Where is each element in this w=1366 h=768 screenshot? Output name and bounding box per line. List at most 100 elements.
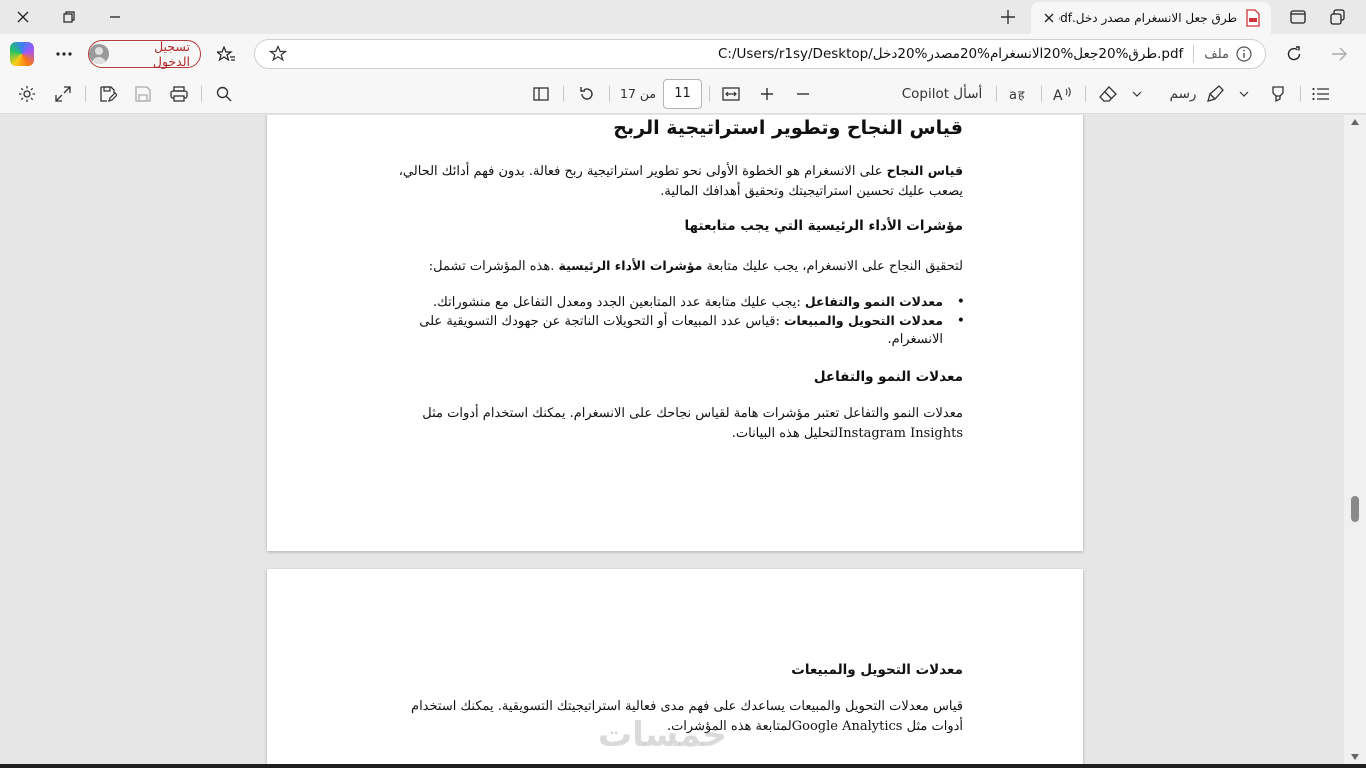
draw-button[interactable]: رسم bbox=[1160, 80, 1234, 108]
read-aloud-button[interactable]: A bbox=[1050, 80, 1076, 108]
draw-options-dropdown[interactable] bbox=[1235, 80, 1253, 108]
rotate-button[interactable] bbox=[574, 80, 600, 108]
toolbar-separator bbox=[996, 86, 997, 102]
intro-text: على الانسغرام هو الخطوة الأولى نحو تطوير… bbox=[398, 164, 963, 199]
tab-actions-button[interactable] bbox=[1285, 4, 1311, 30]
highlight-button[interactable] bbox=[1265, 80, 1291, 108]
toolbar-separator bbox=[609, 86, 610, 102]
tab-actions-icon bbox=[1290, 10, 1306, 24]
contents-button[interactable] bbox=[1308, 80, 1334, 108]
back-button[interactable] bbox=[1325, 40, 1353, 68]
pdf-toolbar: من 17 11 أسأل Copilot aह A رسم bbox=[0, 74, 1366, 114]
save-as-button[interactable] bbox=[95, 80, 121, 108]
ask-copilot-label: أسأل Copilot bbox=[901, 86, 983, 102]
printer-icon bbox=[170, 86, 188, 102]
save-icon bbox=[135, 86, 151, 102]
tab-pdf[interactable]: طرق جعل الانسغرام مصدر دخل.pdf bbox=[1031, 2, 1271, 34]
intro-bold: قياس النجاح bbox=[886, 163, 963, 178]
kpi-intro-post: .هذه المؤشرات تشمل: bbox=[428, 259, 559, 274]
restore-icon bbox=[63, 11, 75, 23]
tab-close-button[interactable] bbox=[1039, 8, 1059, 28]
page-view-button[interactable] bbox=[528, 80, 554, 108]
svg-text:A: A bbox=[1053, 88, 1063, 102]
toolbar-separator bbox=[85, 86, 86, 102]
highlighter-icon bbox=[1272, 86, 1284, 103]
toolbar-separator bbox=[1085, 86, 1086, 102]
scroll-up-arrow-icon[interactable] bbox=[1351, 119, 1359, 125]
svg-text:a: a bbox=[1009, 88, 1017, 102]
refresh-icon bbox=[1287, 46, 1301, 61]
translate-button[interactable]: aह bbox=[1006, 80, 1032, 108]
vertical-scrollbar[interactable] bbox=[1344, 115, 1366, 764]
info-icon[interactable] bbox=[1235, 45, 1253, 63]
zoom-in-button[interactable] bbox=[754, 80, 780, 108]
minimize-window-button[interactable] bbox=[92, 0, 138, 34]
pdf-viewer[interactable]: قياس النجاح وتطوير استراتيجية الربح قياس… bbox=[0, 115, 1366, 764]
ask-copilot-button[interactable]: أسأل Copilot bbox=[898, 80, 986, 108]
print-button[interactable] bbox=[166, 80, 192, 108]
avatar bbox=[89, 44, 109, 64]
kpi-intro-pre: لتحقيق النجاح على الانسغرام، يجب عليك مت… bbox=[702, 259, 963, 274]
close-window-button[interactable] bbox=[0, 0, 46, 34]
toolbar-separator bbox=[709, 86, 710, 102]
svg-text:ह: ह bbox=[1018, 88, 1025, 102]
add-favorite-button[interactable] bbox=[266, 42, 290, 66]
search-icon bbox=[216, 86, 232, 102]
workspaces-button[interactable] bbox=[1325, 4, 1351, 30]
more-options-button[interactable] bbox=[52, 42, 76, 66]
fullscreen-button[interactable] bbox=[50, 80, 76, 108]
plus-icon bbox=[761, 88, 773, 100]
pen-icon bbox=[1207, 85, 1225, 102]
kpi-intro-bold: مؤشرات الأداء الرئيسية bbox=[558, 258, 703, 273]
kpi-bullet-list: معدلات النمو والتفاعل :يجب عليك متابعة ع… bbox=[413, 293, 965, 349]
bullet-bold: معدلات التحويل والمبيعات bbox=[783, 313, 943, 328]
find-button[interactable] bbox=[211, 80, 237, 108]
section-heading: قياس النجاح وتطوير استراتيجية الربح bbox=[613, 117, 963, 139]
erase-button[interactable] bbox=[1095, 80, 1121, 108]
page-number-input[interactable]: 11 bbox=[663, 79, 702, 109]
chevron-down-icon bbox=[1132, 91, 1142, 97]
zoom-out-button[interactable] bbox=[790, 80, 816, 108]
eraser-icon bbox=[1099, 86, 1117, 102]
total-pages-label: من 17 bbox=[620, 86, 657, 101]
close-icon bbox=[1044, 13, 1054, 23]
toolbar-separator bbox=[1041, 86, 1042, 102]
fit-width-icon bbox=[722, 87, 740, 101]
favorites-button[interactable] bbox=[212, 40, 240, 68]
expand-icon bbox=[55, 86, 71, 102]
settings-button[interactable] bbox=[14, 80, 40, 108]
save-edit-icon bbox=[100, 86, 117, 102]
refresh-button[interactable] bbox=[1280, 40, 1308, 68]
tab-title: طرق جعل الانسغرام مصدر دخل.pdf bbox=[1059, 11, 1237, 25]
address-separator bbox=[1193, 45, 1195, 63]
url-text[interactable]: C:/Users/r1sy/Desktop/طرق%20جعل%20الانسغ… bbox=[718, 46, 1183, 62]
scroll-thumb[interactable] bbox=[1351, 496, 1359, 522]
kpi-heading: مؤشرات الأداء الرئيسية التي يجب متابعتها bbox=[684, 218, 963, 234]
taskbar-edge bbox=[0, 764, 1366, 768]
new-tab-button[interactable] bbox=[994, 4, 1022, 30]
fit-width-button[interactable] bbox=[718, 80, 744, 108]
signin-button[interactable]: تسجيل الدخول bbox=[88, 39, 201, 69]
read-aloud-icon: A bbox=[1053, 87, 1071, 102]
navigation-bar: تسجيل الدخول ملف C:/Users/r1sy/Desktop/ط… bbox=[0, 34, 1366, 74]
restore-window-button[interactable] bbox=[46, 0, 92, 34]
star-icon bbox=[269, 45, 287, 62]
chevron-down-icon bbox=[1239, 91, 1249, 97]
growth-paragraph: معدلات النمو والتفاعل تعتبر مؤشرات هامة … bbox=[422, 406, 963, 441]
draw-label: رسم bbox=[1169, 86, 1197, 102]
more-dots-icon bbox=[56, 52, 72, 56]
toolbar-separator bbox=[1300, 86, 1301, 102]
erase-options-dropdown[interactable] bbox=[1128, 80, 1146, 108]
minimize-icon bbox=[110, 16, 120, 18]
address-bar[interactable]: ملف C:/Users/r1sy/Desktop/طرق%20جعل%20ال… bbox=[254, 39, 1266, 69]
rotate-icon bbox=[580, 87, 593, 100]
intro-paragraph: قياس النجاح على الانسغرام هو الخطوة الأو… bbox=[391, 161, 963, 202]
minus-icon bbox=[797, 93, 809, 95]
watermark: خمسات bbox=[598, 715, 727, 755]
scroll-down-arrow-icon[interactable] bbox=[1351, 754, 1359, 760]
arrow-right-icon bbox=[1332, 47, 1347, 61]
list-icon bbox=[1312, 87, 1329, 101]
translate-icon: aह bbox=[1009, 88, 1025, 102]
save-button[interactable] bbox=[130, 80, 156, 108]
copilot-icon[interactable] bbox=[10, 42, 34, 66]
